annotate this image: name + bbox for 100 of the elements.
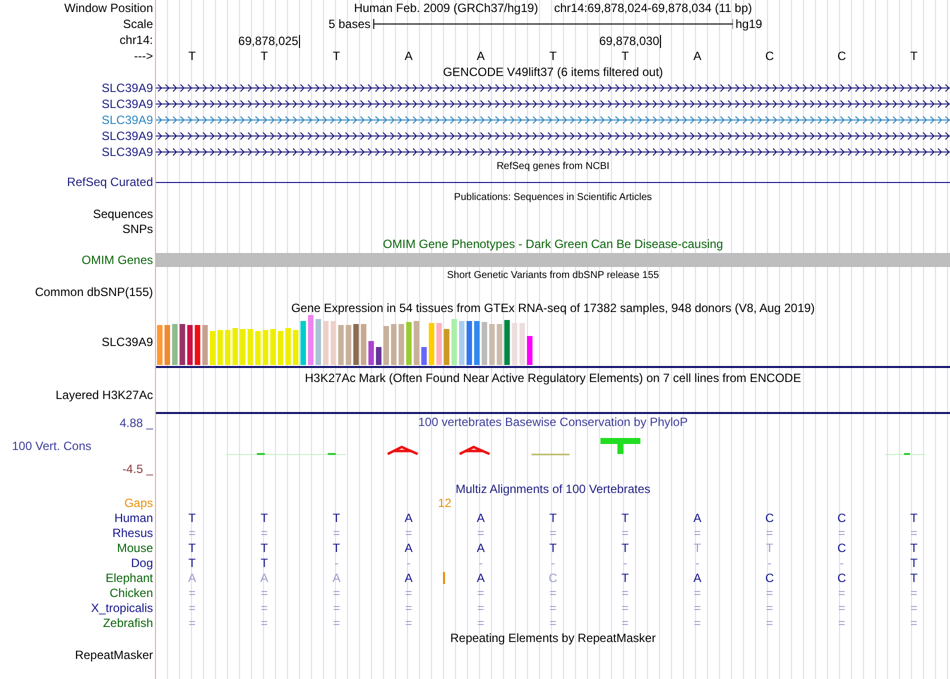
alignment-base: - [550,556,555,570]
track-title: GENCODE V49lift37 (6 items filtered out) [442,65,664,79]
base-letter: A [404,49,413,63]
alignment-base: T [622,510,629,524]
base-letter: A [476,49,485,63]
alignment-base: A [188,570,196,584]
coordinate-label: 69,878,025 [238,34,300,48]
track-title: Short Genetic Variants from dbSNP release 155 [447,269,659,283]
alignment-base: = [838,526,846,540]
alignment-base: T [188,556,196,570]
track-label: RefSeq Curated [66,175,153,189]
alignment-base: = [838,600,846,614]
alignment-base: = [332,600,340,614]
alignment-base: A [404,540,413,554]
alignment-base: = [260,616,268,630]
gene-label[interactable]: SLC39A9 [102,145,153,159]
alignment-base: T [910,540,918,554]
alignment-base: T [260,540,268,554]
alignment-base: = [766,600,774,614]
alignment-base: A [476,570,485,584]
base-letter: T [260,49,268,63]
gene-label[interactable]: SLC39A9 [102,81,153,95]
alignment-base: T [188,540,196,554]
alignment-base: C [837,570,846,584]
alignment-base: = [694,600,701,614]
track-title: Multiz Alignments of 100 Vertebrates [456,482,650,496]
position-text: chr14:69,878,024-69,878,034 (11 bp) [554,1,752,15]
species-label: Zebrafish [102,616,153,630]
species-label: Mouse [116,540,153,554]
gene-label[interactable]: SLC39A9 [102,97,153,111]
track-label: 100 Vert. Cons [11,439,92,453]
alignment-base: = [838,616,846,630]
base-letter: A [693,49,702,63]
species-label: X_tropicalis [90,600,153,614]
assembly-title: Human Feb. 2009 (GRCh37/hg19) [354,1,538,15]
alignment-base: = [405,600,412,614]
species-label: Chicken [110,586,153,600]
alignment-base: = [549,600,556,614]
alignment-base: - [840,556,844,570]
alignment-base: - [334,556,338,570]
alignment-base: T [549,540,557,554]
alignment-base: = [766,526,774,540]
track-label: SLC39A9 [102,335,153,349]
track-label: SNPs [122,222,153,236]
alignment-base: T [332,510,340,524]
alignment-base: = [838,586,846,600]
alignment-base: = [622,616,629,630]
alignment-base: - [478,556,483,570]
alignment-base: A [332,570,340,584]
conservation-mark [532,454,570,456]
alignment-base: = [332,616,340,630]
base-letter: T [188,49,196,63]
track-title: Repeating Elements by RepeatMasker [450,631,656,645]
gap-count: 12 [438,496,452,510]
alignment-base: = [694,616,701,630]
track-label: OMIM Genes [82,253,153,267]
alignment-base: = [332,526,340,540]
species-label: Elephant [106,570,153,584]
base-letter: C [837,49,846,63]
gene-label[interactable]: SLC39A9 [102,129,153,143]
track-label: RepeatMasker [74,648,153,662]
conservation-mark [328,453,336,455]
conservation-mark [256,453,265,455]
alignment-base: = [694,526,701,540]
track-label: Layered H3K27Ac [56,388,153,402]
alignment-base: A [404,510,413,524]
conservation-mark [904,453,910,455]
species-label: Human [114,510,153,524]
alignment-base: = [622,526,629,540]
coordinate-label: 69,878,030 [599,34,662,48]
alignment-base: = [260,600,268,614]
alignment-base: T [910,556,918,570]
alignment-base: = [549,526,556,540]
alignment-base: T [910,570,918,584]
gene-label[interactable]: SLC39A9 [102,113,153,127]
alignment-base: = [477,586,484,600]
track-label: Gaps [124,496,153,510]
alignment-base: A [260,570,268,584]
alignment-base: A [404,570,413,584]
alignment-base: = [910,616,918,630]
alignment-base: A [693,570,702,584]
conservation-mark [386,446,419,456]
track-title: RefSeq genes from NCBI [496,160,610,174]
alignment-base: T [910,510,918,524]
track-label: chr14: [120,33,153,47]
alignment-base: - [695,556,700,570]
baseline-line [884,454,926,455]
alignment-base: = [188,586,196,600]
alignment-base: = [260,526,268,540]
alignment-base: = [910,600,918,614]
alignment-base: = [477,600,484,614]
alignment-base: T [622,540,629,554]
alignment-base: = [260,586,268,600]
alignment-base: = [188,526,196,540]
alignment-base: A [476,510,485,524]
axis-min-label: -4.5 _ [122,462,153,476]
base-letter: T [549,49,557,63]
alignment-base: C [548,570,558,584]
alignment-base: = [188,600,196,614]
alignment-base: C [765,570,774,584]
